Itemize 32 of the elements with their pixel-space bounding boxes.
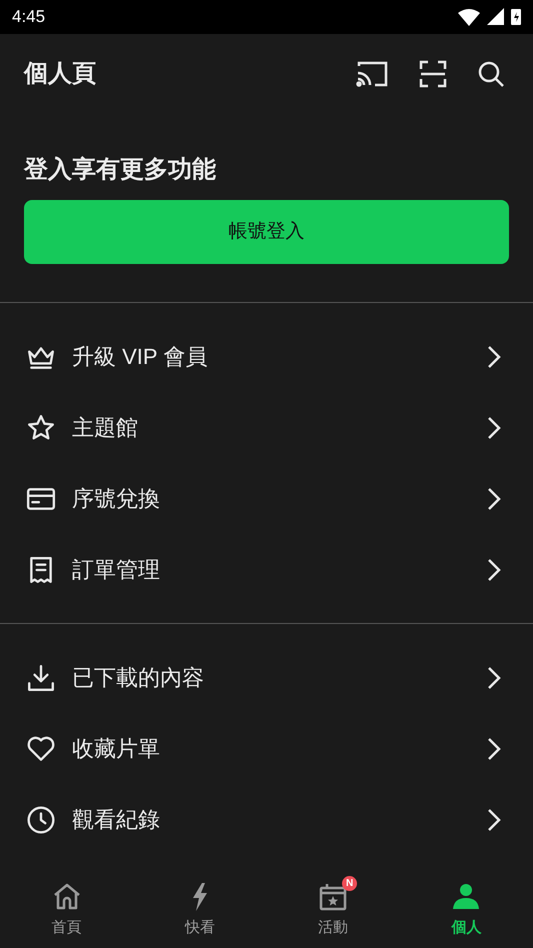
cast-icon[interactable] xyxy=(355,60,389,88)
nav-tab[interactable]: 個人 xyxy=(400,873,533,948)
heart-icon xyxy=(26,734,56,764)
notification-badge: N xyxy=(342,876,358,892)
chevron-right-icon xyxy=(487,666,501,690)
chevron-right-icon xyxy=(487,736,501,761)
scan-icon[interactable] xyxy=(419,60,447,88)
menu-item[interactable]: 觀看紀錄 xyxy=(0,784,533,856)
page-title: 個人頁 xyxy=(24,58,96,89)
nav-tab[interactable]: 快看 xyxy=(133,873,266,948)
wifi-icon xyxy=(458,8,480,26)
chevron-right-icon xyxy=(487,344,501,369)
menu-item[interactable]: 收藏片單 xyxy=(0,713,533,784)
chevron-right-icon xyxy=(487,416,501,440)
chevron-right-icon xyxy=(487,808,501,832)
login-button[interactable]: 帳號登入 xyxy=(24,200,509,264)
battery-icon xyxy=(511,8,521,26)
clock-time: 4:45 xyxy=(12,6,46,28)
nav-tab[interactable]: N 活動 xyxy=(266,873,400,948)
menu-item[interactable]: 訂單管理 xyxy=(0,534,533,606)
login-heading: 登入享有更多功能 xyxy=(24,155,217,186)
chevron-right-icon xyxy=(487,486,501,511)
menu-item[interactable]: 序號兌換 xyxy=(0,463,533,534)
menu-item[interactable]: 已下載的內容 xyxy=(0,642,533,714)
clock-icon xyxy=(26,804,56,835)
chevron-right-icon xyxy=(487,558,501,582)
search-icon[interactable] xyxy=(477,60,505,88)
signal-icon xyxy=(487,8,504,26)
download-icon xyxy=(26,662,56,693)
menu-item[interactable]: 升級 VIP 會員 xyxy=(0,321,533,392)
menu-item[interactable]: 主題館 xyxy=(0,392,533,464)
nav-tab[interactable]: 首頁 xyxy=(0,873,134,948)
